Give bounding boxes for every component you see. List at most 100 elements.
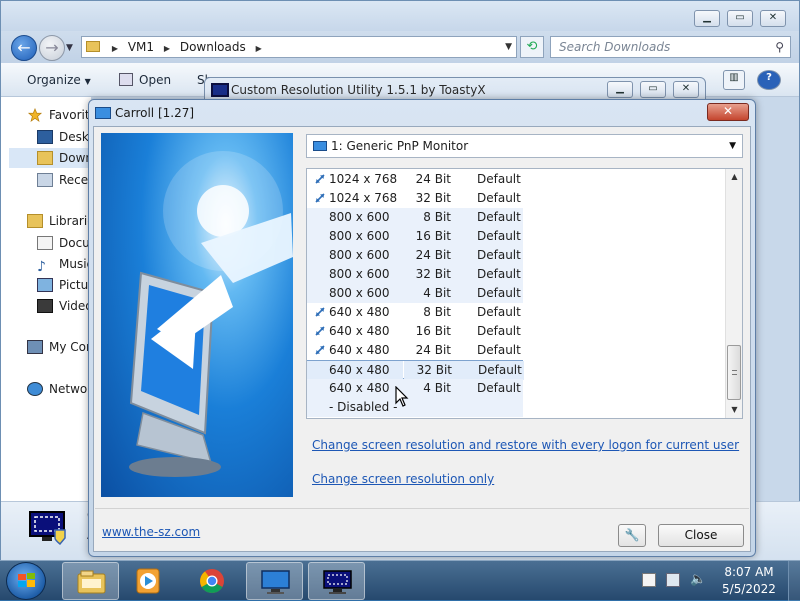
resolution-row[interactable]: 800 x 600 24 Bit Default <box>307 246 725 265</box>
libraries-icon <box>27 214 43 228</box>
resolution-row[interactable]: 640 x 480 4 Bit Default <box>307 379 725 398</box>
nav-downloads[interactable]: Downloads <box>9 148 99 168</box>
refresh-mode-cell: Default <box>459 265 523 284</box>
open-icon <box>119 73 133 86</box>
monitor-select[interactable]: 1: Generic PnP Monitor ▼ <box>306 134 743 158</box>
taskbar: 🔈 8:07 AM 5/5/2022 <box>0 560 800 601</box>
address-bar[interactable]: ▶ VM1 ▶ Downloads ▶ ▼ <box>81 36 517 58</box>
carroll-monitor-icon <box>95 107 111 119</box>
search-input[interactable]: Search Downloads ⚲ <box>550 36 791 58</box>
pictures-icon <box>37 278 53 292</box>
color-depth-cell: 16 Bit <box>415 324 451 338</box>
resolution-row[interactable]: 640 x 480 16 Bit Default <box>307 322 725 341</box>
volume-icon[interactable]: 🔈 <box>690 573 706 587</box>
arrow-right-icon: → <box>45 38 59 57</box>
refresh-mode-cell <box>459 398 523 417</box>
resolution-row[interactable]: 800 x 600 32 Bit Default <box>307 265 725 284</box>
refresh-button[interactable]: ⟲ <box>520 36 544 58</box>
resolution-cell: 640 x 480 <box>329 324 390 338</box>
settings-button[interactable]: 🔧 <box>618 524 646 547</box>
start-button[interactable] <box>6 562 46 600</box>
resolution-row[interactable]: 640 x 480 24 Bit Default <box>307 341 725 360</box>
resolution-cell: 640 x 480 <box>307 361 403 380</box>
scroll-down-button[interactable]: ▼ <box>726 402 742 418</box>
music-icon: ♪ <box>37 259 46 274</box>
resolution-cell: 1024 x 768 <box>329 172 398 186</box>
taskbar-chrome[interactable] <box>184 562 241 600</box>
resolution-row[interactable]: - Disabled - <box>307 398 725 417</box>
website-link[interactable]: www.the-sz.com <box>102 525 200 539</box>
color-depth-cell: 16 Bit <box>403 227 459 246</box>
resolution-cell: 640 x 480 <box>307 379 403 398</box>
explorer-minimize-button[interactable]: ▁ <box>694 10 720 27</box>
resolution-row[interactable]: 640 x 480 8 Bit Default <box>307 303 725 322</box>
open-button[interactable]: Open <box>119 73 171 87</box>
organize-menu[interactable]: Organize ▼ <box>27 73 91 87</box>
breadcrumb-vm1[interactable]: VM1 <box>128 40 154 54</box>
taskbar-media-player[interactable] <box>120 562 177 600</box>
cru-close-button[interactable]: ✕ <box>673 81 699 98</box>
close-button[interactable]: Close <box>658 524 744 547</box>
cru-app-icon <box>261 570 290 594</box>
color-depth-cell: 8 Bit <box>403 208 459 227</box>
breadcrumb-downloads[interactable]: Downloads <box>180 40 246 54</box>
cru-minimize-button[interactable]: ▁ <box>607 81 633 98</box>
scroll-up-button[interactable]: ▲ <box>726 169 742 185</box>
preview-pane-button[interactable]: ▥ <box>723 70 745 90</box>
taskbar-cru[interactable] <box>246 562 303 600</box>
cru-maximize-button[interactable]: ▭ <box>640 81 666 98</box>
refresh-mode-cell: Default <box>477 191 521 205</box>
color-depth-cell: 4 Bit <box>403 379 459 398</box>
taskbar-explorer[interactable] <box>62 562 119 600</box>
mouse-cursor-icon <box>395 386 409 407</box>
back-button[interactable]: ← <box>11 35 37 61</box>
resolution-cell: 640 x 480 <box>329 343 390 357</box>
resolution-list[interactable]: 1024 x 768 24 Bit Default 1024 x 768 32 Bit D… <box>306 168 743 419</box>
clock-date[interactable]: 5/5/2022 <box>716 582 782 596</box>
explorer-maximize-button[interactable]: ▭ <box>727 10 753 27</box>
show-desktop-button[interactable] <box>788 561 800 601</box>
chevron-down-icon[interactable]: ▼ <box>505 37 512 57</box>
list-scrollbar[interactable]: ▲ ▼ <box>725 169 742 418</box>
clock-time[interactable]: 8:07 AM <box>716 565 782 579</box>
help-icon: ? <box>766 72 772 83</box>
resolution-row[interactable]: 800 x 600 4 Bit Default <box>307 284 725 303</box>
network-status-icon[interactable] <box>666 573 680 587</box>
color-depth-cell: 32 Bit <box>404 361 460 380</box>
refresh-icon: ⟲ <box>526 39 538 54</box>
videos-icon <box>37 299 53 313</box>
refresh-mode-cell: Default <box>477 343 521 357</box>
carroll-app-icon <box>323 570 352 594</box>
history-dropdown[interactable]: ▼ <box>66 43 73 53</box>
action-center-flag-icon[interactable] <box>642 573 656 587</box>
monitor-arrow-illustration <box>129 151 293 477</box>
color-depth-cell: 4 Bit <box>403 284 459 303</box>
refresh-mode-cell: Default <box>477 324 521 338</box>
organize-label: Organize <box>27 73 81 87</box>
chevron-right-icon: ▶ <box>163 44 170 53</box>
color-depth-cell: 32 Bit <box>403 265 459 284</box>
resolution-row[interactable]: 640 x 480 32 Bit Default <box>307 360 524 380</box>
resolution-row[interactable]: 800 x 600 16 Bit Default <box>307 227 725 246</box>
recent-places-icon <box>37 173 53 187</box>
color-depth-cell: 24 Bit <box>415 172 451 186</box>
refresh-mode-cell: Default <box>477 172 521 186</box>
explorer-close-button[interactable]: ✕ <box>760 10 786 27</box>
dialog-title: Carroll [1.27] <box>115 106 195 120</box>
refresh-mode-cell: Default <box>459 246 523 265</box>
divider <box>95 508 749 509</box>
open-label: Open <box>139 73 172 87</box>
refresh-mode-cell: Default <box>460 361 524 380</box>
help-button[interactable]: ? <box>757 70 781 90</box>
forward-button[interactable]: → <box>39 35 65 61</box>
taskbar-carroll[interactable] <box>308 562 365 600</box>
change-and-restore-link[interactable]: Change screen resolution and restore wit… <box>312 438 739 452</box>
resolution-row[interactable]: 1024 x 768 24 Bit Default <box>307 170 725 189</box>
resolution-row[interactable]: 1024 x 768 32 Bit Default <box>307 189 725 208</box>
resolution-row[interactable]: 800 x 600 8 Bit Default <box>307 208 725 227</box>
monitor-banner-image <box>101 133 293 497</box>
dialog-close-button[interactable]: ✕ <box>707 103 749 121</box>
scroll-thumb[interactable] <box>727 345 741 400</box>
explorer-titlebar[interactable]: ▁ ▭ ✕ <box>1 1 799 31</box>
change-only-link[interactable]: Change screen resolution only <box>312 472 494 486</box>
